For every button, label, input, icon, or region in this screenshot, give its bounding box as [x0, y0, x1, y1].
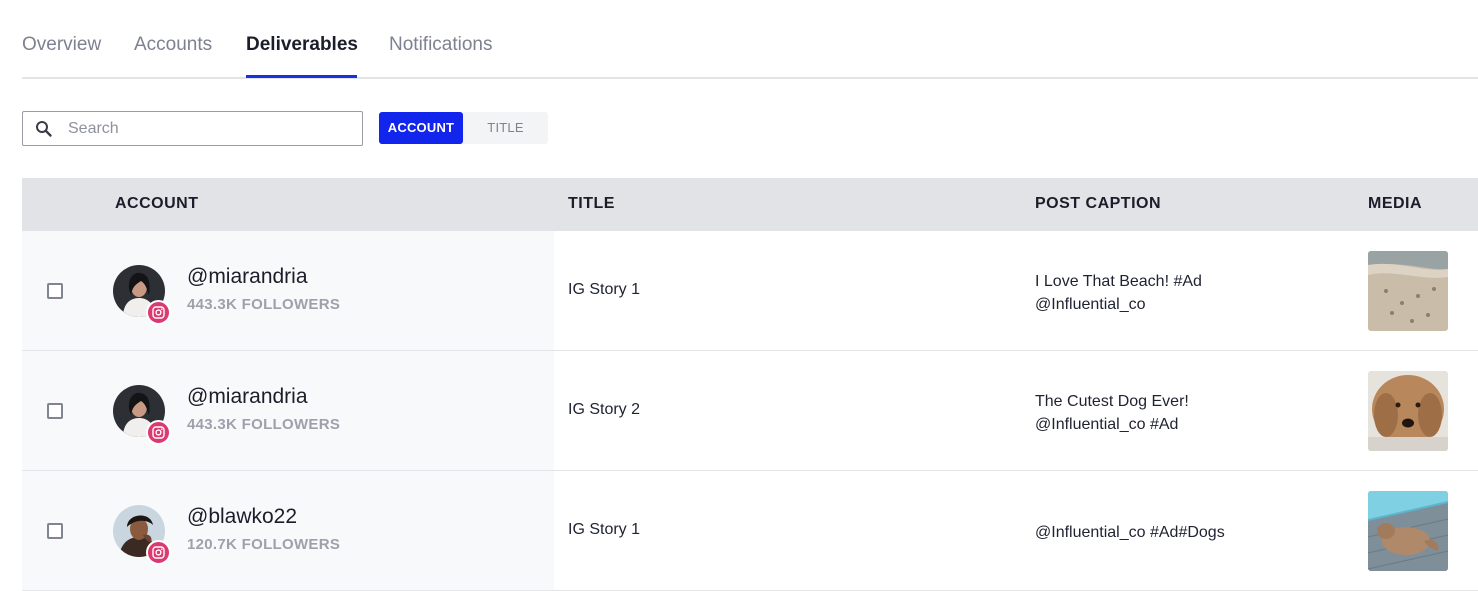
- tab-deliverables[interactable]: Deliverables: [246, 34, 358, 56]
- post-caption: I Love That Beach! #Ad @Influential_co: [1035, 270, 1335, 316]
- row-checkbox[interactable]: [47, 283, 63, 299]
- search-box[interactable]: [22, 111, 363, 146]
- column-header-account[interactable]: ACCOUNT: [115, 195, 199, 213]
- instagram-icon: [146, 420, 171, 445]
- search-by-toggle: ACCOUNT TITLE: [379, 112, 548, 144]
- column-header-title[interactable]: TITLE: [568, 195, 615, 213]
- post-caption: The Cutest Dog Ever! @Influential_co #Ad: [1035, 390, 1335, 436]
- account-handle[interactable]: @miarandria: [187, 385, 308, 409]
- post-caption: @Influential_co #Ad#Dogs: [1035, 521, 1335, 544]
- account-cell-background: [22, 351, 554, 470]
- table-row[interactable]: @blawko22 120.7K FOLLOWERS IG Story 1 @I…: [22, 471, 1478, 591]
- caption-line: The Cutest Dog Ever!: [1035, 393, 1189, 410]
- deliverable-title: IG Story 1: [568, 281, 641, 298]
- dog-on-deck-thumbnail[interactable]: [1368, 491, 1448, 571]
- beach-sand-thumbnail[interactable]: [1368, 251, 1448, 331]
- deliverable-title: IG Story 1: [568, 521, 641, 538]
- row-checkbox[interactable]: [47, 403, 63, 419]
- search-input[interactable]: [66, 116, 351, 141]
- table-row[interactable]: @miarandria 443.3K FOLLOWERS IG Story 2 …: [22, 351, 1478, 471]
- caption-line: @Influential_co #Ad#Dogs: [1035, 524, 1225, 541]
- tab-notifications[interactable]: Notifications: [389, 34, 493, 56]
- follower-count: 120.7K FOLLOWERS: [187, 536, 341, 553]
- table-header: ACCOUNT TITLE POST CAPTION MEDIA: [22, 178, 1478, 231]
- tab-accounts[interactable]: Accounts: [134, 34, 212, 56]
- deliverable-title: IG Story 2: [568, 401, 641, 418]
- toggle-title[interactable]: TITLE: [463, 112, 548, 144]
- table-row[interactable]: @miarandria 443.3K FOLLOWERS IG Story 1 …: [22, 231, 1478, 351]
- active-tab-indicator: [246, 75, 357, 78]
- follower-count: 443.3K FOLLOWERS: [187, 296, 341, 313]
- search-icon: [35, 120, 53, 138]
- toggle-account[interactable]: ACCOUNT: [379, 112, 463, 144]
- account-handle[interactable]: @miarandria: [187, 265, 308, 289]
- tab-overview[interactable]: Overview: [22, 34, 101, 56]
- caption-line: @Influential_co: [1035, 296, 1146, 313]
- account-cell-background: [22, 231, 554, 350]
- instagram-icon: [146, 300, 171, 325]
- tab-bar: Overview Accounts Deliverables Notificat…: [22, 0, 1478, 79]
- doodle-dog-thumbnail[interactable]: [1368, 371, 1448, 451]
- column-header-post-caption[interactable]: POST CAPTION: [1035, 195, 1161, 213]
- account-handle[interactable]: @blawko22: [187, 505, 297, 529]
- caption-line: @Influential_co #Ad: [1035, 416, 1179, 433]
- instagram-icon: [146, 540, 171, 565]
- follower-count: 443.3K FOLLOWERS: [187, 416, 341, 433]
- deliverables-table: ACCOUNT TITLE POST CAPTION MEDIA @miaran…: [22, 178, 1478, 591]
- caption-line: I Love That Beach! #Ad: [1035, 273, 1202, 290]
- row-checkbox[interactable]: [47, 523, 63, 539]
- column-header-media[interactable]: MEDIA: [1368, 195, 1422, 213]
- account-cell-background: [22, 471, 554, 590]
